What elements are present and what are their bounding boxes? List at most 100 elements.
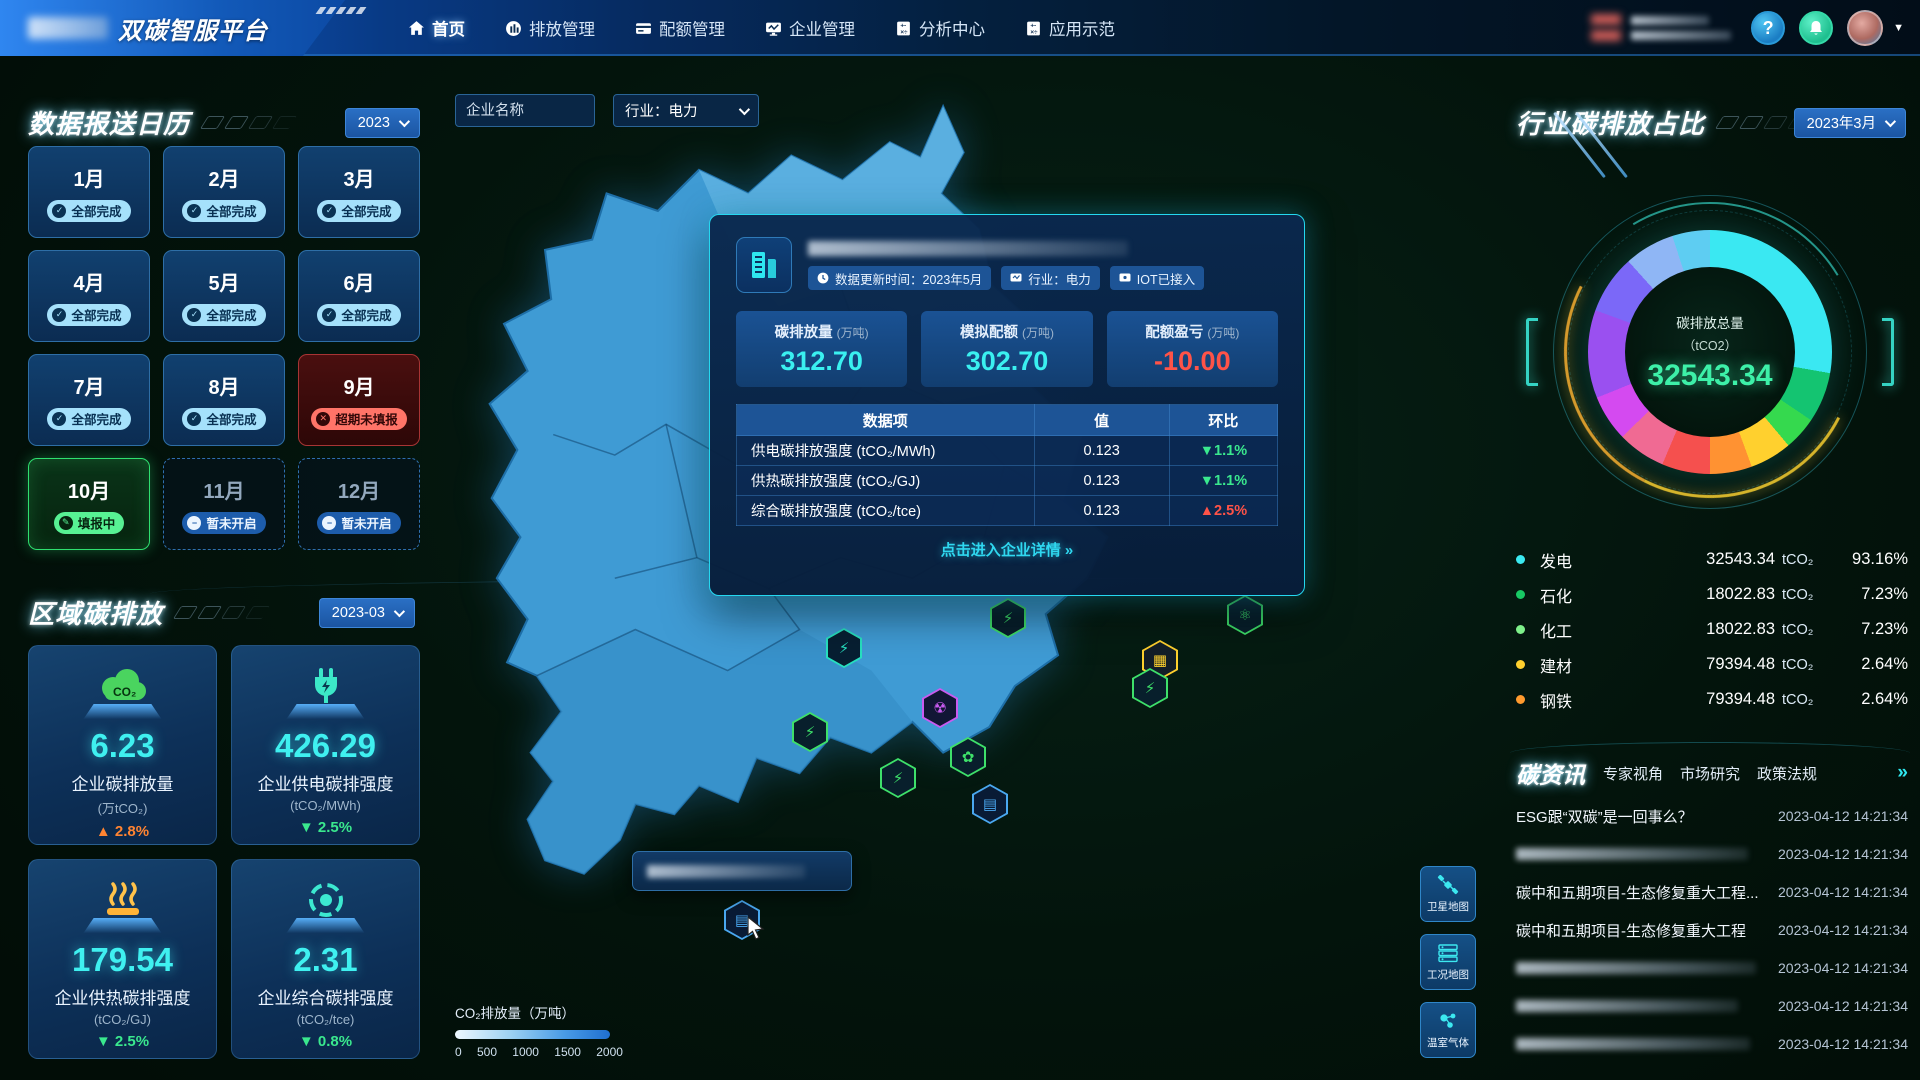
check-icon: ✓ (322, 204, 336, 218)
news-item[interactable]: 2023-04-12 14:21:34 (1516, 1025, 1908, 1063)
top-navbar: 双碳智服平台 首页 排放管理 配额管理 企业管理 +-×÷ 分析中心 +-×÷ … (0, 0, 1920, 56)
legend-row-steel[interactable]: 钢铁 79394.48 tCO₂ 2.64% (1516, 682, 1908, 717)
news-tabs: 专家视角 市场研究 政策法规 (1603, 763, 1817, 784)
nav-item-enterprise[interactable]: 企业管理 (765, 16, 855, 40)
tab-expert-view[interactable]: 专家视角 (1603, 763, 1663, 784)
down-arrow-icon: ▼ (299, 819, 314, 836)
popup-tags: 数据更新时间：2023年5月 行业：电力 IOT已接入 (808, 266, 1278, 290)
icon-pedestal (84, 918, 162, 933)
news-item[interactable]: 2023-04-12 14:21:34 (1516, 987, 1908, 1025)
month-card-feb[interactable]: 2月 ✓全部完成 (163, 146, 285, 238)
calculator-icon: +-×÷ (1025, 20, 1042, 37)
update-time-tag: 数据更新时间：2023年5月 (808, 266, 991, 290)
legend-row-power[interactable]: 发电 32543.34 tCO₂ 93.16% (1516, 542, 1908, 577)
news-more-arrow[interactable]: » (1897, 762, 1906, 784)
nav-item-analysis[interactable]: +-×÷ 分析中心 (895, 16, 985, 40)
month-card-apr[interactable]: 4月 ✓全部完成 (28, 250, 150, 342)
card-icon (635, 20, 652, 37)
metric-card-power[interactable]: 426.29 企业供电碳排强度 (tCO₂/MWh) ▼ 2.5% (231, 645, 420, 845)
news-item[interactable]: 碳中和五期项目-生态修复重大工程 2023-04-12 14:21:34 (1516, 911, 1908, 949)
title-deco (177, 606, 266, 619)
month-card-jan[interactable]: 1月 ✓全部完成 (28, 146, 150, 238)
nav-item-home[interactable]: 首页 (408, 16, 465, 40)
news-item[interactable]: 2023-04-12 14:21:34 (1516, 949, 1908, 987)
calendar-header: 数据报送日历 2023 (28, 104, 420, 141)
question-icon: ? (1763, 18, 1774, 39)
news-title: 碳资讯 (1516, 756, 1585, 790)
metric-card-comprehensive[interactable]: 2.31 企业综合碳排强度 (tCO₂/tce) ▼ 0.8% (231, 859, 420, 1059)
map-company-tooltip[interactable] (632, 851, 852, 891)
news-item[interactable]: 碳中和五期项目-生态修复重大工程... 2023-04-12 14:21:34 (1516, 873, 1908, 911)
industry-legend: 发电 32543.34 tCO₂ 93.16% 石化 18022.83 tCO₂… (1516, 542, 1908, 717)
greenhouse-gas-layer-button[interactable]: 温室气体 (1420, 1002, 1476, 1058)
nav-item-emissions[interactable]: 排放管理 (505, 16, 595, 40)
bell-icon (1808, 20, 1824, 37)
delta-down: ▼ 2.5% (299, 819, 352, 836)
legend-row-building[interactable]: 建材 79394.48 tCO₂ 2.64% (1516, 647, 1908, 682)
app-title: 双碳智服平台 (118, 11, 268, 46)
donut-center: 碳排放总量 （tCO2） 32543.34 (1625, 267, 1795, 437)
tab-market-research[interactable]: 市场研究 (1680, 763, 1740, 784)
month-card-mar[interactable]: 3月 ✓全部完成 (298, 146, 420, 238)
svg-text:×÷: ×÷ (1030, 28, 1038, 35)
calendar-grid: 1月 ✓全部完成 2月 ✓全部完成 3月 ✓全部完成 4月 ✓全部完成 5月 ✓… (28, 146, 420, 550)
user-menu-chevron-icon[interactable]: ▼ (1893, 22, 1904, 34)
metric-card-emission[interactable]: CO₂ 6.23 企业碳排放量 (万tCO₂) ▲ 2.8% (28, 645, 217, 845)
calendar-year-dropdown[interactable]: 2023 (345, 108, 420, 138)
map-marker-atom[interactable]: ⚛ (1227, 595, 1263, 635)
news-item[interactable]: ESG跟“双碳”是一回事么？ 2023-04-12 14:21:34 (1516, 797, 1908, 835)
satellite-icon (1437, 874, 1459, 896)
metric-card-heat[interactable]: 179.54 企业供热碳排强度 (tCO₂/GJ) ▼ 2.5% (28, 859, 217, 1059)
month-card-sep[interactable]: 9月 ✕超期未填报 (298, 354, 420, 446)
industry-select[interactable]: 行业：电力 (613, 94, 759, 127)
industry-period-dropdown[interactable]: 2023年3月 (1794, 108, 1906, 138)
title-deco (204, 116, 293, 129)
radiation-icon: ☢ (933, 699, 946, 717)
region-period-dropdown[interactable]: 2023-03 (319, 598, 415, 628)
chevron-down-icon (399, 115, 410, 126)
operating-layer-button[interactable]: 工况地图 (1420, 934, 1476, 990)
industry-tag: 行业：电力 (1001, 266, 1100, 290)
legend-title: CO₂排放量（万吨） (455, 1002, 623, 1022)
tab-policy[interactable]: 政策法规 (1757, 763, 1817, 784)
atom-icon: ⚛ (1238, 606, 1251, 624)
nav-item-demo[interactable]: +-×÷ 应用示范 (1025, 16, 1115, 40)
user-avatar[interactable] (1847, 10, 1883, 46)
satellite-layer-button[interactable]: 卫星地图 (1420, 866, 1476, 922)
month-card-nov[interactable]: 11月 −暂未开启 (163, 458, 285, 550)
month-card-oct[interactable]: 10月 ✎填报中 (28, 458, 150, 550)
month-card-jul[interactable]: 7月 ✓全部完成 (28, 354, 150, 446)
icon-pedestal (287, 918, 365, 933)
legend-row-chemical[interactable]: 化工 18022.83 tCO₂ 7.23% (1516, 612, 1908, 647)
map-color-legend: CO₂排放量（万吨） 0500100015002000 (455, 1002, 623, 1059)
help-button[interactable]: ? (1751, 11, 1785, 45)
notifications-button[interactable] (1799, 11, 1833, 45)
leaf-icon: ✿ (962, 748, 975, 766)
month-card-jun[interactable]: 6月 ✓全部完成 (298, 250, 420, 342)
down-arrow-icon: ▼ (1200, 443, 1214, 459)
region-header: 区域碳排放 2023-03 (28, 594, 420, 631)
check-icon: ✓ (187, 308, 201, 322)
map-layer-buttons: 卫星地图 工况地图 温室气体 (1420, 866, 1476, 1058)
lightning-icon: ⚡ (805, 723, 816, 741)
month-card-may[interactable]: 5月 ✓全部完成 (163, 250, 285, 342)
plug-icon (306, 660, 346, 706)
legend-row-petrochemical[interactable]: 石化 18022.83 tCO₂ 7.23% (1516, 577, 1908, 612)
company-name-input[interactable] (455, 94, 595, 127)
chevron-down-icon (1885, 115, 1896, 126)
news-title-redacted (1516, 848, 1748, 860)
enterprise-detail-link[interactable]: 点击进入企业详情 » (736, 539, 1278, 560)
partner-logo-redacted (1587, 8, 1737, 48)
edit-icon: ✎ (59, 516, 73, 530)
up-arrow-icon: ▲ (1200, 503, 1214, 519)
chevron-down-icon (394, 605, 405, 616)
month-card-dec[interactable]: 12月 −暂未开启 (298, 458, 420, 550)
month-card-aug[interactable]: 8月 ✓全部完成 (163, 354, 285, 446)
legend-ticks: 0500100015002000 (455, 1045, 623, 1059)
iot-tag: IOT已接入 (1110, 266, 1204, 290)
nav-item-quota[interactable]: 配额管理 (635, 16, 725, 40)
news-item[interactable]: 2023-04-12 14:21:34 (1516, 835, 1908, 873)
news-title-redacted (1516, 962, 1756, 974)
legend-dot (1516, 555, 1525, 564)
gauge-icon (306, 874, 346, 920)
